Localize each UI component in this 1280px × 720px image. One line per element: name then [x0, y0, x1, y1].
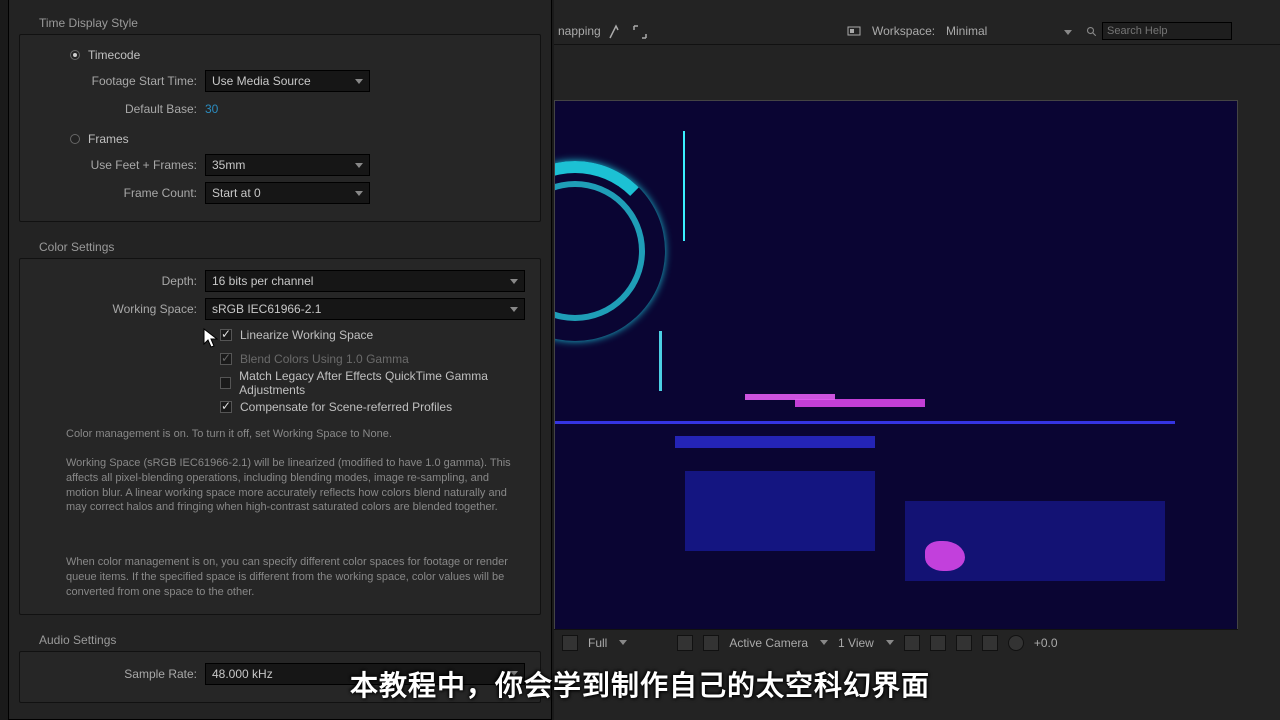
chevron-down-icon [886, 640, 894, 645]
depth-dropdown[interactable]: 16 bits per channel [205, 270, 525, 292]
blend-gamma-checkbox-row: Blend Colors Using 1.0 Gamma [30, 347, 530, 371]
hud-line-graphic [683, 131, 685, 241]
color-info-3: When color management is on, you can spe… [30, 515, 530, 600]
video-subtitle: 本教程中，你会学到制作自己的太空科幻界面 [350, 664, 930, 704]
glitch-line [659, 331, 662, 391]
working-space-label: Working Space: [30, 302, 205, 316]
workspace-label: Workspace: [872, 24, 935, 38]
frame-count-dropdown[interactable]: Start at 0 [205, 182, 370, 204]
checkbox-checked-icon [220, 329, 232, 341]
search-input[interactable] [1102, 22, 1232, 40]
frames-label: Frames [88, 132, 129, 146]
chevron-down-icon [355, 191, 363, 196]
snapping-icon[interactable] [608, 24, 624, 40]
frames-radio[interactable]: Frames [30, 127, 530, 151]
linearize-label: Linearize Working Space [240, 328, 373, 342]
exposure-reset-icon[interactable] [1008, 635, 1024, 651]
monitor-icon[interactable] [846, 24, 862, 40]
feet-frames-dropdown[interactable]: 35mm [205, 154, 370, 176]
sample-rate-label: Sample Rate: [30, 667, 205, 681]
radio-checked-icon [70, 50, 80, 60]
glitch-magenta [745, 394, 835, 400]
camera-dropdown[interactable]: Active Camera [729, 636, 808, 650]
exposure-value[interactable]: +0.0 [1034, 636, 1058, 650]
comp-flowchart-icon[interactable] [982, 635, 998, 651]
workspace-dropdown[interactable]: Minimal [946, 24, 987, 38]
feet-frames-label: Use Feet + Frames: [30, 158, 205, 172]
timeline-icon[interactable] [956, 635, 972, 651]
timecode-label: Timecode [88, 48, 140, 62]
linearize-checkbox-row[interactable]: Linearize Working Space [30, 323, 530, 347]
audio-settings-title: Audio Settings [9, 625, 551, 651]
footage-start-label: Footage Start Time: [30, 74, 205, 88]
radio-unchecked-icon [70, 134, 80, 144]
chevron-down-icon [820, 640, 828, 645]
timecode-radio[interactable]: Timecode [30, 43, 530, 67]
time-display-title: Time Display Style [9, 0, 551, 34]
project-settings-panel: Time Display Style Timecode Footage Star… [8, 0, 552, 720]
default-base-label: Default Base: [30, 102, 205, 116]
color-settings-group: Depth: 16 bits per channel Working Space… [19, 258, 541, 615]
pixel-aspect-icon[interactable] [904, 635, 920, 651]
footage-start-dropdown[interactable]: Use Media Source [205, 70, 370, 92]
fast-preview-icon[interactable] [930, 635, 946, 651]
snapping-label: napping [558, 24, 601, 38]
glitch-block [685, 471, 875, 551]
search-icon [1086, 26, 1098, 38]
default-base-value[interactable]: 30 [205, 102, 218, 116]
checkbox-unchecked-icon [220, 377, 231, 389]
glitch-magenta [795, 399, 925, 407]
checkbox-checked-icon [220, 401, 232, 413]
glitch-bar [555, 421, 1175, 424]
resolution-dropdown[interactable]: Full [588, 636, 607, 650]
glitch-block [675, 436, 875, 448]
alpha-icon[interactable] [562, 635, 578, 651]
guides-icon[interactable] [703, 635, 719, 651]
grid-icon[interactable] [677, 635, 693, 651]
color-info-1: Color management is on. To turn it off, … [30, 419, 530, 442]
expand-icon[interactable] [632, 24, 648, 40]
chevron-down-icon [619, 640, 627, 645]
checkbox-checked-disabled-icon [220, 353, 232, 365]
view-dropdown[interactable]: 1 View [838, 636, 874, 650]
chevron-down-icon [355, 163, 363, 168]
chevron-down-icon [510, 279, 518, 284]
glitch-curve [925, 541, 965, 571]
color-info-2: Working Space (sRGB IEC61966-2.1) will b… [30, 442, 530, 515]
match-legacy-checkbox-row[interactable]: Match Legacy After Effects QuickTime Gam… [30, 371, 530, 395]
app-topbar: napping Workspace: Minimal [554, 0, 1280, 45]
compensate-checkbox-row[interactable]: Compensate for Scene-referred Profiles [30, 395, 530, 419]
chevron-down-icon [355, 79, 363, 84]
viewer-controls-bar: Full Active Camera 1 View +0.0 [554, 629, 1238, 655]
working-space-dropdown[interactable]: sRGB IEC61966-2.1 [205, 298, 525, 320]
chevron-down-icon [510, 307, 518, 312]
color-settings-title: Color Settings [9, 232, 551, 258]
match-legacy-label: Match Legacy After Effects QuickTime Gam… [239, 369, 530, 397]
composition-viewport[interactable] [554, 100, 1238, 630]
compensate-label: Compensate for Scene-referred Profiles [240, 400, 452, 414]
frame-count-label: Frame Count: [30, 186, 205, 200]
blend-gamma-label: Blend Colors Using 1.0 Gamma [240, 352, 409, 366]
time-display-group: Timecode Footage Start Time: Use Media S… [19, 34, 541, 222]
depth-label: Depth: [30, 274, 205, 288]
chevron-down-icon[interactable] [1064, 30, 1072, 35]
